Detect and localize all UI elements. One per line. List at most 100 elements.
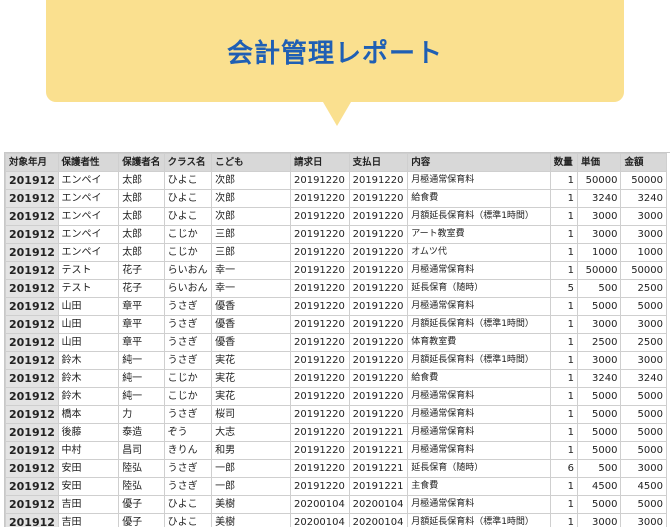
- cell-amount: 3240: [621, 370, 667, 388]
- cell-guardian-name: 章平: [119, 316, 164, 334]
- cell-target-month: 201912: [6, 352, 59, 370]
- cell-class-name: こじか: [164, 244, 212, 262]
- cell-unit-price: 3240: [577, 370, 620, 388]
- cell-guardian-surname: エンペイ: [58, 172, 119, 190]
- column-header[interactable]: 請求日: [290, 154, 349, 172]
- table-row[interactable]: 201912鈴木純一こじか実花2019122020191220月極通常保育料15…: [6, 388, 667, 406]
- cell-amount: 5000: [621, 406, 667, 424]
- table-row[interactable]: 201912鈴木純一こじか実花2019122020191220給食費132403…: [6, 370, 667, 388]
- cell-quantity: 1: [550, 316, 577, 334]
- table-row[interactable]: 201912安田陸弘うさぎ一郎2019122020191221延長保育（随時）6…: [6, 460, 667, 478]
- cell-payment-date: 20191220: [349, 190, 408, 208]
- cell-billing-date: 20191220: [290, 334, 349, 352]
- cell-payment-date: 20191221: [349, 460, 408, 478]
- cell-guardian-surname: 橋本: [58, 406, 119, 424]
- column-header[interactable]: 金額: [621, 154, 667, 172]
- table-row[interactable]: 201912山田章平うさぎ優香2019122020191220体育教室費1250…: [6, 334, 667, 352]
- cell-amount: 3000: [621, 316, 667, 334]
- cell-unit-price: 3000: [577, 208, 620, 226]
- cell-target-month: 201912: [6, 442, 59, 460]
- cell-target-month: 201912: [6, 262, 59, 280]
- column-header[interactable]: 支払日: [349, 154, 408, 172]
- column-header[interactable]: 内容: [408, 154, 551, 172]
- cell-class-name: ひよこ: [164, 190, 212, 208]
- column-header[interactable]: クラス名: [164, 154, 212, 172]
- cell-quantity: 1: [550, 514, 577, 527]
- cell-unit-price: 500: [577, 280, 620, 298]
- table-row[interactable]: 201912吉田優子ひよこ美樹2020010420200104月額延長保育料（標…: [6, 514, 667, 527]
- column-header[interactable]: 保護者性: [58, 154, 119, 172]
- table-row[interactable]: 201912エンペイ太郎こじか三郎2019122020191220アート教室費1…: [6, 226, 667, 244]
- cell-child: 一郎: [212, 478, 291, 496]
- table-row[interactable]: 201912エンペイ太郎こじか三郎2019122020191220オムツ代110…: [6, 244, 667, 262]
- cell-class-name: うさぎ: [164, 406, 212, 424]
- cell-guardian-name: 太郎: [119, 190, 164, 208]
- cell-billing-date: 20191220: [290, 226, 349, 244]
- table-row[interactable]: 201912エンペイ太郎ひよこ次郎2019122020191220給食費1324…: [6, 190, 667, 208]
- cell-quantity: 1: [550, 208, 577, 226]
- report-title: 会計管理レポート: [227, 33, 443, 70]
- cell-target-month: 201912: [6, 406, 59, 424]
- cell-class-name: こじか: [164, 388, 212, 406]
- table-row[interactable]: 201912テスト花子らいおん幸一2019122020191220延長保育（随時…: [6, 280, 667, 298]
- cell-guardian-surname: 鈴木: [58, 388, 119, 406]
- cell-quantity: 1: [550, 478, 577, 496]
- table-row[interactable]: 201912エンペイ太郎ひよこ次郎2019122020191220月極通常保育料…: [6, 172, 667, 190]
- table-row[interactable]: 201912テスト花子らいおん幸一2019122020191220月極通常保育料…: [6, 262, 667, 280]
- cell-class-name: らいおん: [164, 262, 212, 280]
- cell-guardian-name: 陸弘: [119, 478, 164, 496]
- cell-target-month: 201912: [6, 334, 59, 352]
- column-header[interactable]: こども: [212, 154, 291, 172]
- cell-content: 月極通常保育料: [408, 172, 551, 190]
- column-header[interactable]: 対象年月: [6, 154, 59, 172]
- column-header[interactable]: 保護者名: [119, 154, 164, 172]
- cell-payment-date: 20191220: [349, 262, 408, 280]
- cell-unit-price: 5000: [577, 442, 620, 460]
- table-row[interactable]: 201912橋本力うさぎ桜司2019122020191220月極通常保育料150…: [6, 406, 667, 424]
- cell-guardian-name: 太郎: [119, 172, 164, 190]
- cell-class-name: うさぎ: [164, 478, 212, 496]
- cell-target-month: 201912: [6, 460, 59, 478]
- cell-target-month: 201912: [6, 514, 59, 527]
- cell-class-name: うさぎ: [164, 352, 212, 370]
- cell-amount: 3000: [621, 352, 667, 370]
- table-row[interactable]: 201912鈴木純一うさぎ実花2019122020191220月額延長保育料（標…: [6, 352, 667, 370]
- cell-billing-date: 20191220: [290, 262, 349, 280]
- cell-target-month: 201912: [6, 316, 59, 334]
- cell-guardian-surname: テスト: [58, 280, 119, 298]
- cell-unit-price: 5000: [577, 496, 620, 514]
- cell-guardian-surname: 山田: [58, 298, 119, 316]
- table-row[interactable]: 201912後藤泰造ぞう大志2019122020191221月極通常保育料150…: [6, 424, 667, 442]
- column-header[interactable]: 数量: [550, 154, 577, 172]
- table-row[interactable]: 201912山田章平うさぎ優香2019122020191220月額延長保育料（標…: [6, 316, 667, 334]
- cell-billing-date: 20191220: [290, 406, 349, 424]
- cell-amount: 5000: [621, 442, 667, 460]
- cell-quantity: 6: [550, 460, 577, 478]
- cell-billing-date: 20191220: [290, 442, 349, 460]
- cell-unit-price: 500: [577, 460, 620, 478]
- cell-child: 幸一: [212, 280, 291, 298]
- cell-guardian-name: 太郎: [119, 208, 164, 226]
- table-row[interactable]: 201912中村昌司きりん和男2019122020191221月極通常保育料15…: [6, 442, 667, 460]
- table-row[interactable]: 201912安田陸弘うさぎ一郎2019122020191221主食費145004…: [6, 478, 667, 496]
- table-row[interactable]: 201912吉田優子ひよこ美樹2020010420200104月極通常保育料15…: [6, 496, 667, 514]
- title-banner: 会計管理レポート: [46, 0, 624, 102]
- cell-child: 優香: [212, 298, 291, 316]
- cell-billing-date: 20191220: [290, 190, 349, 208]
- cell-unit-price: 3000: [577, 316, 620, 334]
- table-row[interactable]: 201912エンペイ太郎ひよこ次郎2019122020191220月額延長保育料…: [6, 208, 667, 226]
- cell-amount: 5000: [621, 388, 667, 406]
- cell-content: 月極通常保育料: [408, 262, 551, 280]
- cell-guardian-name: 昌司: [119, 442, 164, 460]
- cell-class-name: ひよこ: [164, 172, 212, 190]
- column-header[interactable]: 単価: [577, 154, 620, 172]
- cell-child: 次郎: [212, 190, 291, 208]
- table-row[interactable]: 201912山田章平うさぎ優香2019122020191220月極通常保育料15…: [6, 298, 667, 316]
- cell-quantity: 1: [550, 352, 577, 370]
- cell-amount: 50000: [621, 172, 667, 190]
- cell-child: 和男: [212, 442, 291, 460]
- cell-billing-date: 20191220: [290, 208, 349, 226]
- cell-unit-price: 5000: [577, 406, 620, 424]
- cell-payment-date: 20191220: [349, 298, 408, 316]
- cell-payment-date: 20200104: [349, 496, 408, 514]
